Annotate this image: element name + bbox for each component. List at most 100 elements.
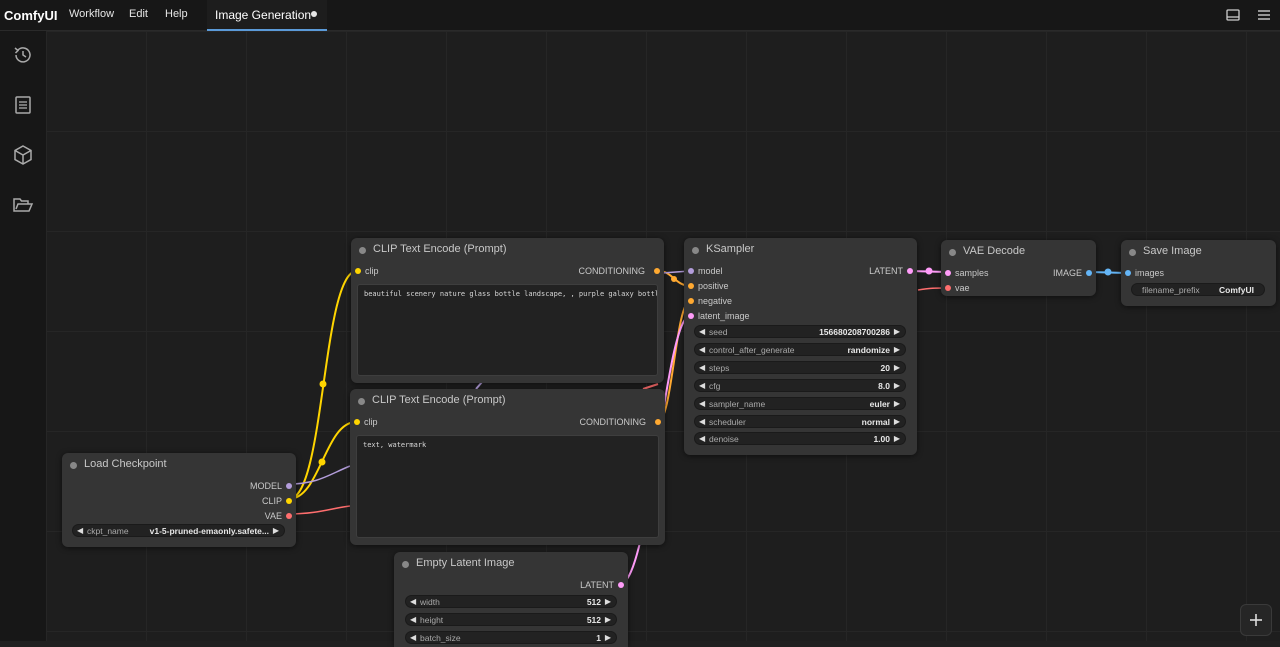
decrement-icon[interactable]: ◀ [77,526,83,535]
input-port-positive[interactable] [688,283,694,289]
node-collapse-dot[interactable] [949,249,956,256]
prompt-textarea[interactable]: beautiful scenery nature glass bottle la… [357,284,658,376]
widget-name: cfg [709,381,721,391]
decrement-icon[interactable]: ◀ [699,345,705,354]
increment-icon[interactable]: ▶ [273,526,279,535]
hamburger-icon[interactable] [1256,7,1272,23]
increment-icon[interactable]: ▶ [894,381,900,390]
decrement-icon[interactable]: ◀ [699,327,705,336]
input-label-negative: negative [698,296,733,306]
widget-filename-prefix[interactable]: filename_prefix ComfyUI [1131,283,1265,296]
top-menu-bar: ComfyUI Workflow Edit Help Image Generat… [0,0,1280,31]
app-logo[interactable]: ComfyUI [4,8,57,23]
node-title: Empty Latent Image [416,557,515,569]
increment-icon[interactable]: ▶ [605,597,611,606]
input-port-latent-image[interactable] [688,313,694,319]
output-port-image[interactable] [1086,270,1092,276]
output-port-clip[interactable] [286,498,292,504]
decrement-icon[interactable]: ◀ [410,597,416,606]
node-collapse-dot[interactable] [402,561,409,568]
widget-value: 1.00 [873,434,890,444]
widget-value: ComfyUI [1219,285,1254,295]
input-port-clip[interactable] [355,268,361,274]
widget-seed[interactable]: ◀ seed 156680208700286 ▶ [694,325,906,338]
decrement-icon[interactable]: ◀ [699,417,705,426]
output-label-image: IMAGE [1052,268,1082,278]
output-label-latent: LATENT [869,266,903,276]
widget-control-after-generate[interactable]: ◀ control_after_generate randomize ▶ [694,343,906,356]
node-clip-text-encode-positive[interactable]: CLIP Text Encode (Prompt) clip CONDITION… [351,238,664,383]
increment-icon[interactable]: ▶ [894,434,900,443]
input-port-model[interactable] [688,268,694,274]
input-port-clip[interactable] [354,419,360,425]
output-port-model[interactable] [286,483,292,489]
cube-icon[interactable] [12,144,34,166]
decrement-icon[interactable]: ◀ [699,363,705,372]
increment-icon[interactable]: ▶ [894,327,900,336]
node-load-checkpoint[interactable]: Load Checkpoint MODEL CLIP VAE ◀ ckpt_na… [62,453,296,547]
panel-icon[interactable] [1225,7,1241,23]
unsaved-dot-icon [311,11,317,17]
document-icon[interactable] [12,94,34,116]
widget-value: 8.0 [878,381,890,391]
widget-scheduler[interactable]: ◀ scheduler normal ▶ [694,415,906,428]
decrement-icon[interactable]: ◀ [699,434,705,443]
output-port-latent[interactable] [907,268,913,274]
tab-image-generation[interactable]: Image Generation [207,0,327,31]
widget-name: sampler_name [709,399,766,409]
node-empty-latent-image[interactable]: Empty Latent Image LATENT ◀ width 512 ▶ … [394,552,628,647]
output-label-model: MODEL [249,481,282,491]
widget-ckpt-name[interactable]: ◀ ckpt_name v1-5-pruned-emaonly.safete..… [72,524,285,537]
input-label-positive: positive [698,281,729,291]
node-save-image[interactable]: Save Image images filename_prefix ComfyU… [1121,240,1276,306]
node-collapse-dot[interactable] [358,398,365,405]
widget-cfg[interactable]: ◀ cfg 8.0 ▶ [694,379,906,392]
widget-value: 1 [596,633,601,643]
node-collapse-dot[interactable] [1129,249,1136,256]
node-collapse-dot[interactable] [70,462,77,469]
decrement-icon[interactable]: ◀ [699,381,705,390]
input-port-samples[interactable] [945,270,951,276]
input-port-vae[interactable] [945,285,951,291]
node-collapse-dot[interactable] [692,247,699,254]
node-vae-decode[interactable]: VAE Decode samples vae IMAGE [941,240,1096,296]
menu-edit[interactable]: Edit [129,8,148,20]
widget-name: seed [709,327,728,337]
node-clip-text-encode-negative[interactable]: CLIP Text Encode (Prompt) clip CONDITION… [350,389,665,545]
widget-steps[interactable]: ◀ steps 20 ▶ [694,361,906,374]
increment-icon[interactable]: ▶ [894,363,900,372]
widget-value: 20 [880,363,890,373]
folder-icon[interactable] [12,194,34,216]
node-collapse-dot[interactable] [359,247,366,254]
input-label-model: model [698,266,723,276]
widget-denoise[interactable]: ◀ denoise 1.00 ▶ [694,432,906,445]
input-label-clip: clip [365,266,379,276]
output-port-vae[interactable] [286,513,292,519]
widget-height[interactable]: ◀ height 512 ▶ [405,613,617,626]
increment-icon[interactable]: ▶ [894,417,900,426]
widget-value: 156680208700286 [819,327,890,337]
tab-label: Image Generation [215,8,312,22]
output-label-clip: CLIP [261,496,282,506]
output-label-vae: VAE [264,511,282,521]
widget-batch-size[interactable]: ◀ batch_size 1 ▶ [405,631,617,644]
menu-help[interactable]: Help [165,8,188,20]
output-port-conditioning[interactable] [654,268,660,274]
widget-sampler-name[interactable]: ◀ sampler_name euler ▶ [694,397,906,410]
increment-icon[interactable]: ▶ [605,615,611,624]
menu-workflow[interactable]: Workflow [69,8,114,20]
input-port-negative[interactable] [688,298,694,304]
history-icon[interactable] [12,44,34,66]
input-port-images[interactable] [1125,270,1131,276]
decrement-icon[interactable]: ◀ [410,615,416,624]
increment-icon[interactable]: ▶ [894,399,900,408]
increment-icon[interactable]: ▶ [894,345,900,354]
prompt-textarea[interactable]: text, watermark [356,435,659,538]
widget-value: randomize [847,345,890,355]
widget-width[interactable]: ◀ width 512 ▶ [405,595,617,608]
add-node-button[interactable] [1240,604,1272,636]
output-port-conditioning[interactable] [655,419,661,425]
decrement-icon[interactable]: ◀ [699,399,705,408]
output-port-latent[interactable] [618,582,624,588]
node-ksampler[interactable]: KSampler model positive negative latent_… [684,238,917,455]
